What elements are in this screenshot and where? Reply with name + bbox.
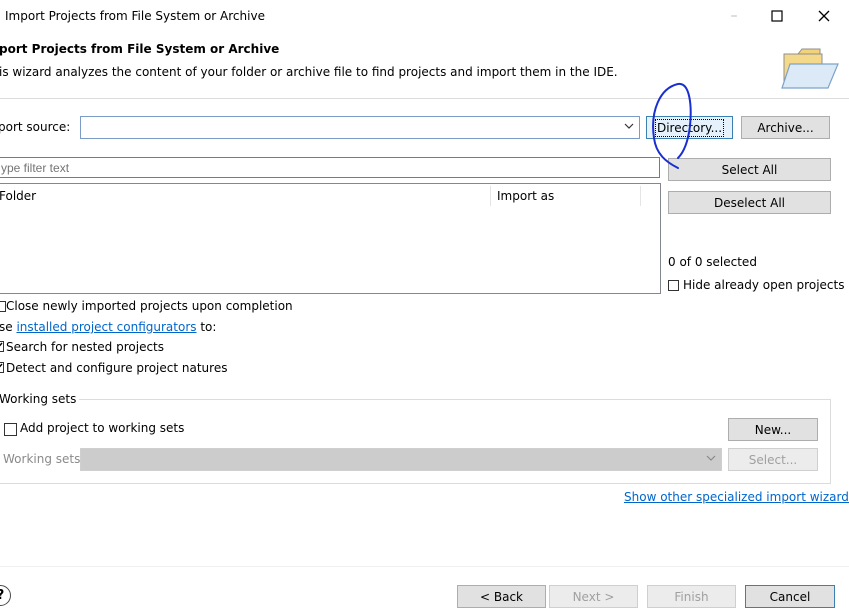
minimize-icon: – [730, 8, 738, 24]
detect-natures-label: Detect and configure project natures [6, 361, 228, 375]
help-button[interactable]: ? [0, 585, 11, 606]
new-working-set-label: New... [754, 422, 792, 437]
column-divider [640, 186, 641, 206]
finish-button[interactable]: Finish [647, 585, 736, 608]
working-sets-label: Working sets: [3, 452, 85, 466]
maximize-button[interactable] [766, 5, 788, 27]
use-suffix: to: [196, 320, 217, 334]
projects-table[interactable]: Folder Import as [0, 183, 661, 294]
wizard-description: is wizard analyzes the content of your f… [0, 65, 618, 79]
add-to-working-sets-checkbox[interactable] [4, 423, 17, 436]
working-sets-group-title: Working sets [0, 392, 80, 406]
column-header-folder[interactable]: Folder [0, 189, 36, 203]
working-sets-combo[interactable] [80, 448, 722, 471]
window-title: Import Projects from File System or Arch… [5, 9, 265, 23]
other-import-wizards-link[interactable]: Show other specialized import wizards [624, 490, 849, 504]
close-imported-label: Close newly imported projects upon compl… [6, 299, 293, 313]
maximize-icon [771, 10, 783, 22]
cancel-button-label: Cancel [769, 589, 811, 604]
folder-open-icon [780, 44, 840, 95]
cancel-button[interactable]: Cancel [745, 585, 835, 608]
filter-input[interactable] [0, 157, 660, 178]
next-button[interactable]: Next > [549, 585, 638, 608]
deselect-all-button[interactable]: Deselect All [668, 191, 831, 214]
finish-button-label: Finish [674, 589, 709, 604]
chevron-down-icon [706, 455, 716, 461]
wizard-title: port Projects from File System or Archiv… [0, 42, 280, 56]
working-sets-group [0, 399, 831, 484]
deselect-all-label: Deselect All [714, 195, 785, 210]
chevron-down-icon [624, 123, 634, 129]
column-divider [490, 186, 491, 206]
checkmark-icon [0, 342, 3, 347]
select-working-sets-button[interactable]: Select... [728, 448, 818, 471]
hide-open-checkbox[interactable] [668, 280, 679, 291]
hide-open-label: Hide already open projects [683, 278, 845, 292]
hand-drawn-annotation [652, 82, 692, 169]
help-icon: ? [0, 588, 4, 603]
select-all-label: Select All [721, 162, 778, 177]
back-button[interactable]: < Back [457, 585, 546, 608]
footer-separator [0, 566, 849, 567]
archive-button[interactable]: Archive... [741, 116, 830, 139]
import-source-combo[interactable] [80, 116, 640, 139]
detect-natures-checkbox[interactable] [0, 362, 4, 373]
next-button-label: Next > [572, 589, 615, 604]
new-working-set-button[interactable]: New... [728, 418, 818, 441]
close-icon [818, 10, 830, 22]
column-header-import-as[interactable]: Import as [497, 189, 554, 203]
select-working-sets-label: Select... [748, 452, 798, 467]
configurators-link[interactable]: installed project configurators [16, 320, 196, 334]
search-nested-checkbox[interactable] [0, 341, 4, 352]
back-button-label: < Back [479, 589, 523, 604]
archive-button-label: Archive... [757, 120, 814, 135]
close-button[interactable] [813, 5, 835, 27]
import-source-label: port source: [0, 120, 71, 134]
minimize-button[interactable]: – [723, 5, 745, 27]
selection-count: 0 of 0 selected [668, 255, 757, 269]
search-nested-label: Search for nested projects [6, 340, 165, 354]
add-to-working-sets-label: Add project to working sets [20, 421, 185, 435]
use-prefix: se [0, 320, 13, 334]
configurators-line: se installed project configurators to: [0, 320, 216, 334]
checkmark-icon [0, 363, 3, 368]
